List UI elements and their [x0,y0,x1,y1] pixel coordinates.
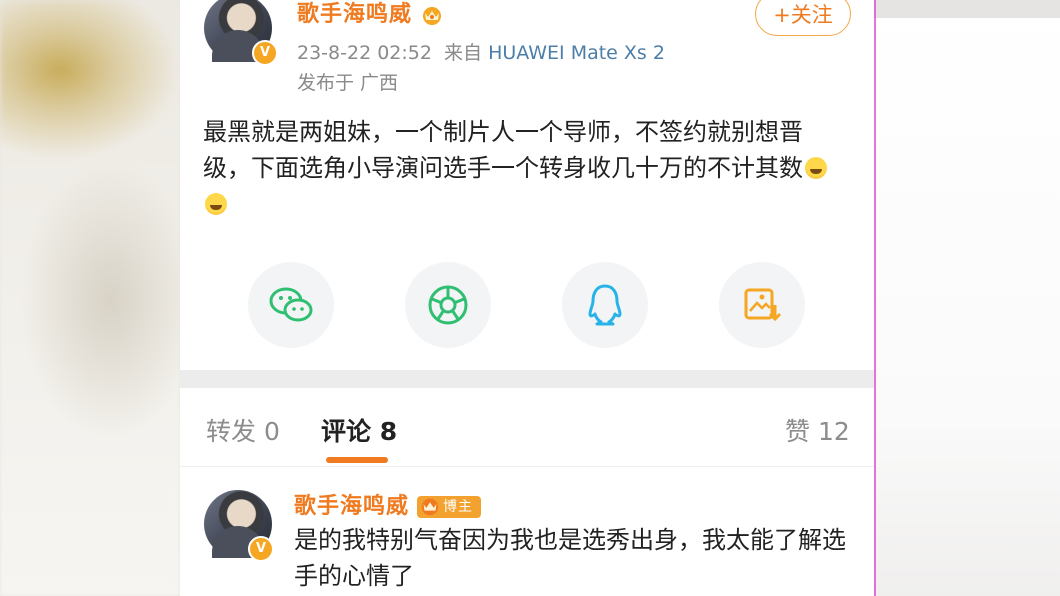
laugh-cry-emoji-icon [205,193,227,215]
tab-repost[interactable]: 转发 0 [206,412,280,448]
laugh-cry-emoji-icon [805,157,827,179]
tab-comments-count: 8 [379,417,398,446]
post-device[interactable]: HUAWEI Mate Xs 2 [488,42,665,64]
follow-button[interactable]: +关注 [755,0,851,36]
comment-author-name[interactable]: 歌手海鸣威 博主 [294,488,482,520]
post-content: 最黑就是两姐妹，一个制片人一个导师，不签约就别想晋级，下面选角小导演问选手一个转… [203,114,843,222]
share-wechat-button[interactable] [248,262,334,348]
tab-likes[interactable]: 赞 12 [785,412,850,448]
verified-badge-icon: V [252,40,278,66]
verified-badge-icon: V [248,536,274,562]
section-divider [180,370,874,388]
share-qq-button[interactable] [562,262,648,348]
post-author-name[interactable]: 歌手海鸣威 [297,0,444,28]
save-image-button[interactable] [719,262,805,348]
tab-likes-count: 12 [817,417,850,446]
post-meta: 23-8-22 02:52 来自 HUAWEI Mate Xs 2 [297,38,665,65]
tab-comments-label: 评论 [321,417,372,446]
tabs-separator [180,466,874,467]
active-tab-indicator [326,457,388,463]
comment-content: 是的我特别气奋因为我也是选秀出身，我太能了解选手的心情了 [294,526,846,590]
background-right [874,0,1060,596]
host-badge: 博主 [417,496,482,518]
tab-repost-label: 转发 [206,417,257,446]
share-moments-button[interactable] [405,262,491,348]
qq-icon [588,284,622,326]
post-location: 发布于 广西 [297,72,399,94]
post-timestamp: 23-8-22 02:52 [297,42,432,64]
crown-icon [423,7,442,25]
save-image-icon [744,288,782,322]
weibo-post-screen: V 歌手海鸣威 23-8-22 02:52 来自 HUAWEI Mate Xs … [180,0,874,596]
background-left-blur [0,0,180,596]
moments-icon [428,285,468,325]
comment-author-name-text: 歌手海鸣威 [294,494,410,519]
background-band [874,0,1060,18]
tab-repost-count: 0 [263,417,280,446]
crown-icon [421,498,439,516]
tab-comments[interactable]: 评论 8 [321,412,397,448]
post-content-text: 最黑就是两姐妹，一个制片人一个导师，不签约就别想晋级，下面选角小导演问选手一个转… [203,118,803,182]
tab-likes-label: 赞 [785,417,811,446]
wechat-icon [269,287,313,322]
host-badge-label: 博主 [443,499,474,515]
post-source-prefix: 来自 [444,42,483,64]
post-author-name-text: 歌手海鸣威 [297,2,413,27]
background-edge-line [874,0,876,596]
